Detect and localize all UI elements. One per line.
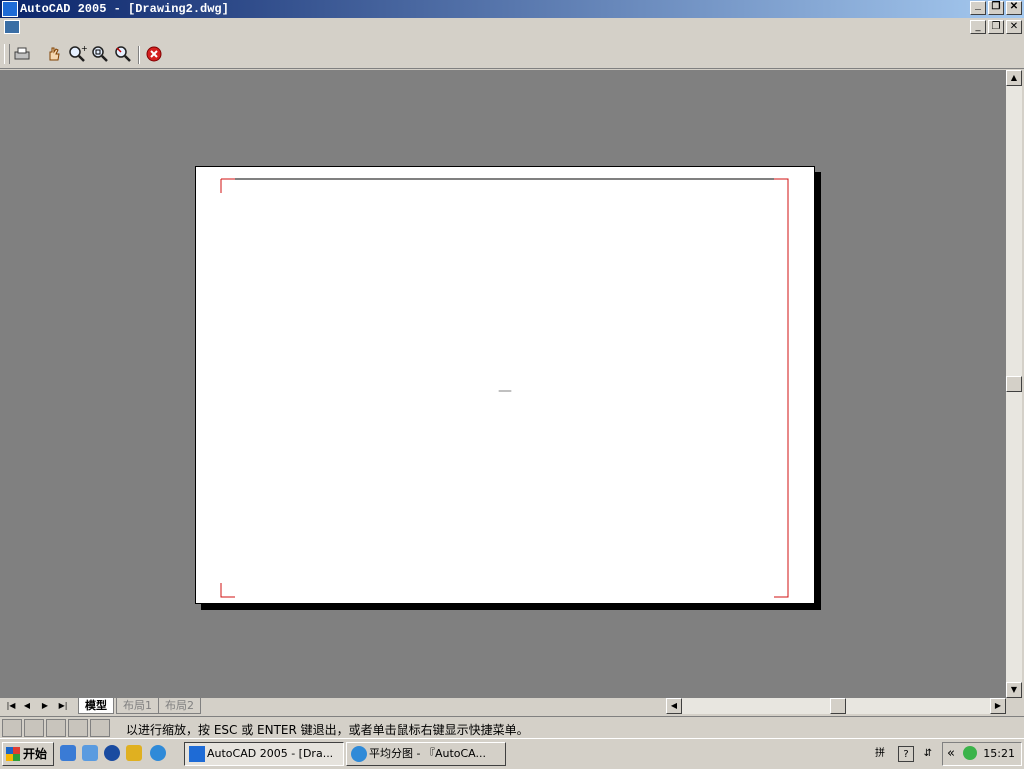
ie-task-icon — [351, 746, 367, 762]
grid-icon[interactable] — [24, 719, 44, 737]
close-preview-icon[interactable] — [144, 44, 164, 64]
start-label: 开始 — [23, 747, 48, 761]
document-icon[interactable] — [4, 20, 20, 34]
sheet-graphics: — — [220, 178, 789, 598]
svg-text:+: + — [81, 44, 87, 53]
help-icon[interactable]: ? — [898, 746, 914, 762]
ortho-icon[interactable] — [46, 719, 66, 737]
media-player-icon[interactable] — [104, 745, 120, 761]
command-prompt: 以进行缩放，按 ESC 或 ENTER 键退出，或者单击鼠标右键显示快捷菜单。 — [126, 723, 529, 737]
vertical-scrollbar[interactable]: ▲ ▼ — [1006, 70, 1022, 698]
ie-icon[interactable] — [150, 745, 166, 761]
close-button[interactable]: ✕ — [1006, 1, 1022, 15]
show-hidden-icons-icon[interactable]: « — [947, 746, 955, 761]
osnap-icon[interactable] — [90, 719, 110, 737]
window-controls: _ ❐ ✕ — [970, 1, 1022, 15]
clock: 15:21 — [983, 747, 1015, 760]
desktop-icon[interactable] — [60, 745, 76, 761]
task-browser-label: 平均分图 - 『AutoCA... — [369, 747, 487, 760]
snap-icon[interactable] — [2, 719, 22, 737]
vertical-scroll-thumb[interactable] — [1006, 376, 1022, 392]
taskbar: 开始 AutoCAD 2005 - [Dra... 平均分图 - 『AutoCA… — [0, 738, 1024, 769]
explorer-icon[interactable] — [82, 745, 98, 761]
horizontal-scroll-thumb[interactable] — [830, 698, 846, 714]
scroll-up-button[interactable]: ▲ — [1006, 70, 1022, 86]
windows-flag-icon — [6, 747, 20, 761]
start-button[interactable]: 开始 — [2, 742, 54, 766]
task-autocad-label: AutoCAD 2005 - [Dra... — [207, 747, 334, 760]
minimize-button[interactable]: _ — [970, 1, 986, 15]
print-icon[interactable] — [12, 44, 32, 64]
status-icons — [2, 719, 124, 737]
autocad-task-icon — [189, 746, 205, 762]
ime-icon[interactable]: 拼 — [872, 746, 888, 762]
tab-model[interactable]: 模型 — [78, 698, 114, 714]
task-browser[interactable]: 平均分图 - 『AutoCA... — [346, 742, 506, 766]
document-bar: _ ❐ ✕ — [0, 18, 1024, 38]
polar-icon[interactable] — [68, 719, 88, 737]
paper-sheet: — — [195, 166, 815, 604]
task-autocad[interactable]: AutoCAD 2005 - [Dra... — [184, 742, 344, 766]
last-tab-button[interactable]: ▶| — [56, 699, 70, 713]
qq-icon[interactable] — [126, 745, 142, 761]
tab-layout1[interactable]: 布局1 — [116, 698, 159, 714]
document-controls: _ ❐ ✕ — [970, 20, 1022, 34]
system-tray: « 15:21 — [942, 742, 1022, 766]
corner-bottom-left — [220, 583, 235, 598]
toolbar-grip[interactable] — [4, 44, 10, 64]
tray-app-icon[interactable] — [963, 746, 977, 760]
toolbar-separator — [138, 46, 139, 64]
zoom-window-icon[interactable] — [90, 44, 110, 64]
drawing-text: — — [498, 383, 512, 399]
network-icon[interactable]: ⇵ — [920, 746, 936, 762]
autocad-icon[interactable] — [2, 1, 18, 17]
restore-button[interactable]: ❐ — [988, 1, 1004, 15]
next-tab-button[interactable]: ▶ — [38, 699, 52, 713]
preview-toolbar: + — [0, 40, 1024, 69]
corner-top-right — [774, 178, 789, 193]
corner-bottom-right — [774, 583, 789, 598]
scroll-left-button[interactable]: ◀ — [666, 698, 682, 714]
horizontal-scrollbar[interactable]: ◀ ▶ — [666, 698, 1006, 714]
zoom-previous-icon[interactable] — [113, 44, 133, 64]
scroll-down-button[interactable]: ▼ — [1006, 682, 1022, 698]
prev-tab-button[interactable]: ◀ — [20, 699, 34, 713]
window-title: AutoCAD 2005 - [Drawing2.dwg] — [20, 2, 229, 16]
zoom-realtime-icon[interactable]: + — [67, 44, 87, 64]
corner-top-left — [220, 178, 235, 193]
title-bar: AutoCAD 2005 - [Drawing2.dwg] _ ❐ ✕ — [0, 0, 1024, 18]
scroll-right-button[interactable]: ▶ — [990, 698, 1006, 714]
doc-minimize-button[interactable]: _ — [970, 20, 986, 34]
drawing-canvas[interactable]: — — [0, 70, 1006, 698]
pan-icon[interactable] — [44, 44, 64, 64]
doc-close-button[interactable]: ✕ — [1006, 20, 1022, 34]
first-tab-button[interactable]: |◀ — [4, 699, 18, 713]
command-status-bar: 以进行缩放，按 ESC 或 ENTER 键退出，或者单击鼠标右键显示快捷菜单。 — [0, 716, 1024, 739]
doc-restore-button[interactable]: ❐ — [988, 20, 1004, 34]
tab-layout2[interactable]: 布局2 — [158, 698, 201, 714]
